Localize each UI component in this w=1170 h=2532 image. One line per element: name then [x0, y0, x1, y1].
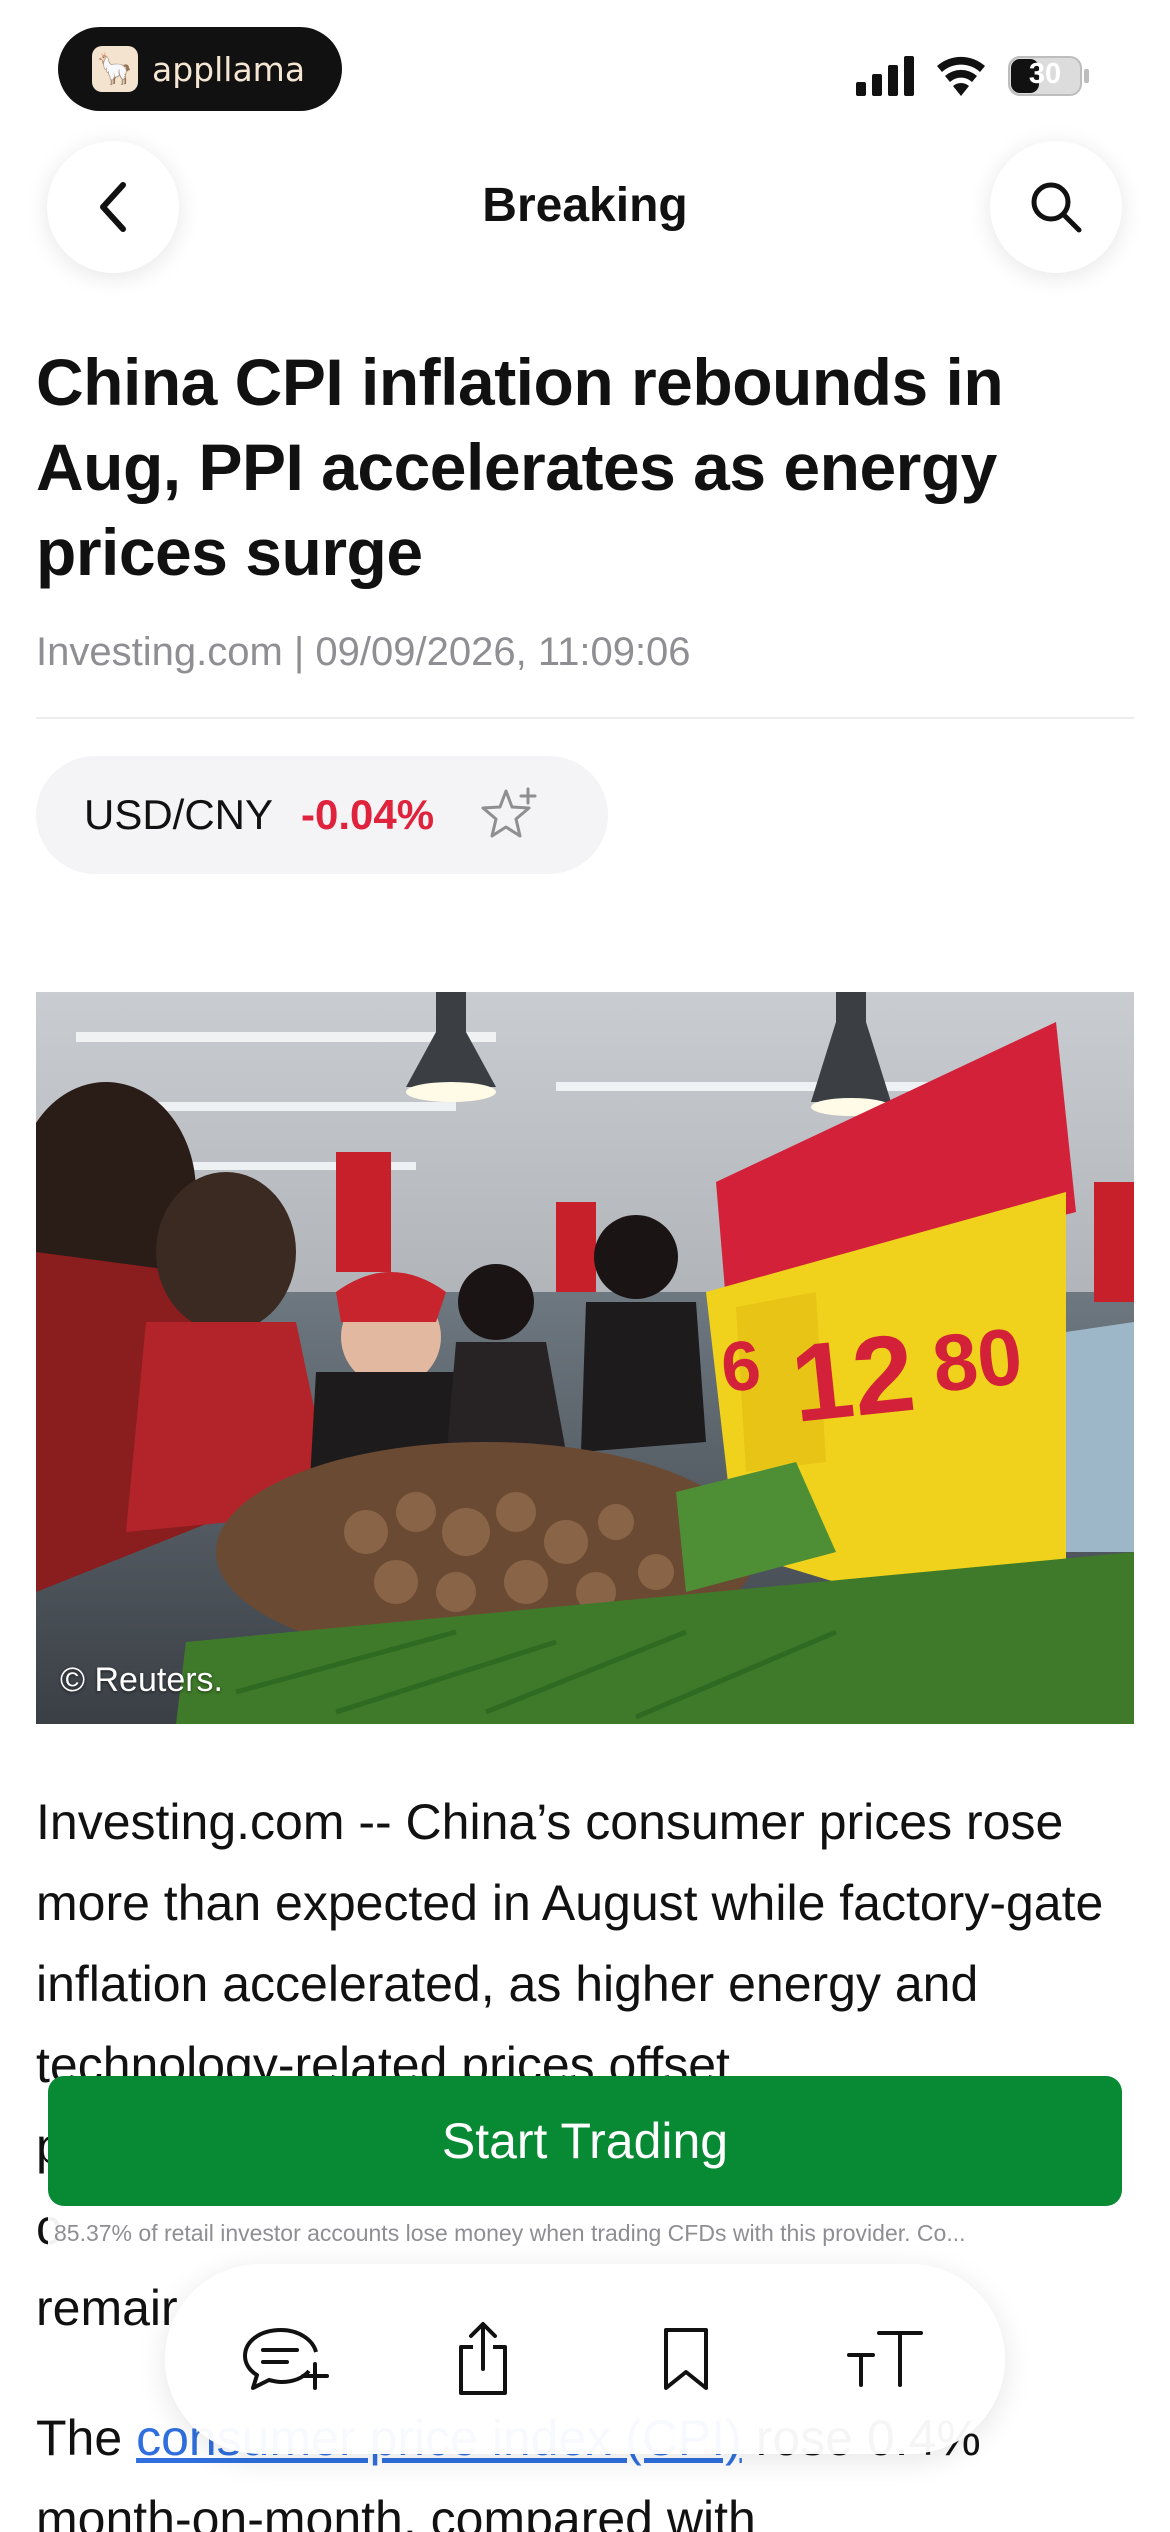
article-image: 12 80 6 © Reuters.	[36, 992, 1134, 1724]
text-size-button[interactable]	[835, 2309, 935, 2409]
image-credit: © Reuters.	[60, 1661, 223, 1699]
start-trading-button[interactable]: Start Trading	[48, 2076, 1122, 2206]
battery-level: 30	[1028, 58, 1062, 90]
bookmark-button[interactable]	[636, 2309, 736, 2409]
comment-button[interactable]	[235, 2309, 335, 2409]
risk-disclaimer[interactable]: 85.37% of retail investor accounts lose …	[54, 2220, 1118, 2247]
bookmark-icon	[664, 2328, 708, 2390]
article-text: The	[36, 2410, 137, 2466]
page-title: Breaking	[482, 179, 688, 232]
llama-logo-icon: 🦙	[92, 46, 138, 92]
star-add-icon[interactable]	[478, 785, 540, 845]
article-paragraph: Investing.com -- China’s consumer prices…	[36, 1794, 1104, 2093]
svg-text:6: 6	[717, 1325, 764, 1407]
back-button[interactable]	[47, 141, 179, 273]
article-meta: Investing.com | 09/09/2026, 11:09:06	[36, 630, 691, 674]
text-size-icon	[847, 2331, 923, 2387]
trading-cta: Start Trading 85.37% of retail investor …	[48, 2076, 1122, 2266]
share-icon	[459, 2322, 507, 2395]
search-button[interactable]	[990, 141, 1122, 273]
svg-text:80: 80	[928, 1311, 1026, 1409]
wifi-icon	[937, 56, 985, 96]
article-toolbar	[165, 2264, 1005, 2454]
search-icon	[1031, 182, 1082, 233]
share-button[interactable]	[433, 2309, 533, 2409]
svg-text:12: 12	[786, 1311, 921, 1446]
divider	[36, 717, 1134, 719]
instrument-symbol: USD/CNY	[84, 791, 274, 838]
add-comment-icon	[243, 2328, 329, 2390]
article-headline: China CPI inflation rebounds in Aug, PPI…	[36, 345, 1004, 589]
cellular-signal-icon	[856, 56, 914, 96]
chevron-left-icon	[100, 182, 126, 232]
app-pill[interactable]: 🦙 appllama	[58, 27, 342, 111]
status-bar: 🦙 appllama 30	[0, 0, 1170, 130]
battery-icon: 30	[1008, 56, 1090, 96]
instrument-change: -0.04%	[301, 791, 435, 838]
app-pill-label: appllama	[152, 49, 306, 89]
instrument-chip[interactable]: USD/CNY -0.04%	[36, 756, 608, 874]
